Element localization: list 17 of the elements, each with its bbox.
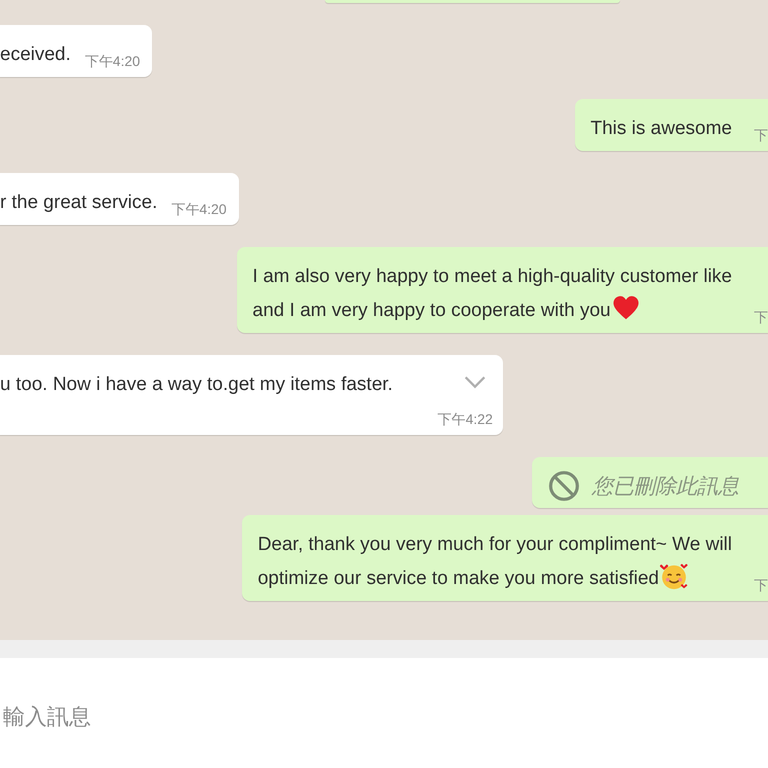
message-time: 下 <box>754 309 768 327</box>
message-time: 下 <box>754 577 768 595</box>
deleted-message-text: 您已刪除此訊息 <box>592 474 739 500</box>
message-time: 下午4:20 <box>171 201 227 219</box>
blocked-icon <box>548 470 580 502</box>
chevron-down-icon[interactable] <box>462 375 487 389</box>
message-time: 下午4:22 <box>438 411 493 429</box>
smiling-face-icon <box>658 561 689 591</box>
message-text: eceived. <box>0 43 71 67</box>
message-text: u too. Now i have a way to.get my items faster. <box>0 373 393 397</box>
message-text: Dear, thank you very much for your compliment~ We will optimize our service to make you more satisfied <box>258 533 732 593</box>
message-text: r the great service. <box>0 191 158 215</box>
message-input[interactable]: 輸入訊息 <box>0 704 403 730</box>
message-time: 下午4:20 <box>84 53 140 71</box>
message-text: I am also very happy to meet a high-quality customer like and I am very happy to cooperate with you <box>252 265 732 325</box>
message-time: 下 <box>754 127 768 145</box>
message-text: This is awesome <box>590 117 732 141</box>
